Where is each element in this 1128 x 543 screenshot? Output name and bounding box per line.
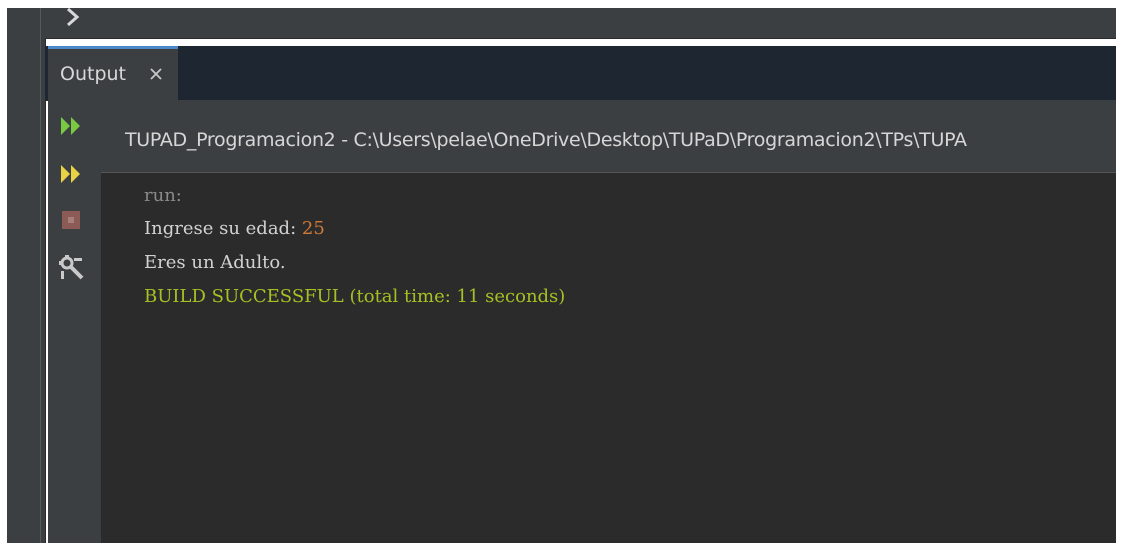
output-toolbar	[48, 100, 102, 543]
window-edge	[1116, 0, 1128, 543]
rerun-with-params-icon[interactable]	[57, 160, 85, 188]
console-line-result: Eres un Adulto.	[144, 252, 286, 273]
user-input-text: 25	[301, 218, 325, 239]
prompt-text: Ingrese su edad:	[144, 218, 302, 239]
run-path-label: TUPAD_Programacion2 - C:\Users\pelae\One…	[125, 129, 967, 151]
gutter-divider	[40, 8, 41, 543]
tab-output[interactable]: Output	[48, 46, 178, 100]
rerun-icon[interactable]	[57, 112, 85, 140]
console-line-run: run:	[144, 185, 182, 206]
top-strip	[45, 8, 1116, 39]
console-output[interactable]: run: Ingrese su edad: 25 Eres un Adulto.…	[101, 173, 1116, 543]
close-icon[interactable]	[148, 66, 164, 82]
output-header: TUPAD_Programacion2 - C:\Users\pelae\One…	[101, 100, 1116, 173]
tab-output-label: Output	[60, 63, 126, 85]
left-gutter	[7, 8, 46, 543]
output-tab-bar: Output	[45, 46, 1116, 101]
stop-icon[interactable]	[57, 206, 85, 234]
ide-window: Output TUPAD_Programacion2 - C:\Users\pe…	[0, 0, 1128, 543]
console-line-build: BUILD SUCCESSFUL (total time: 11 seconds…	[144, 286, 566, 307]
chevron-right-icon[interactable]	[58, 4, 88, 34]
console-line-prompt: Ingrese su edad: 25	[144, 218, 325, 239]
settings-icon[interactable]	[57, 253, 85, 281]
